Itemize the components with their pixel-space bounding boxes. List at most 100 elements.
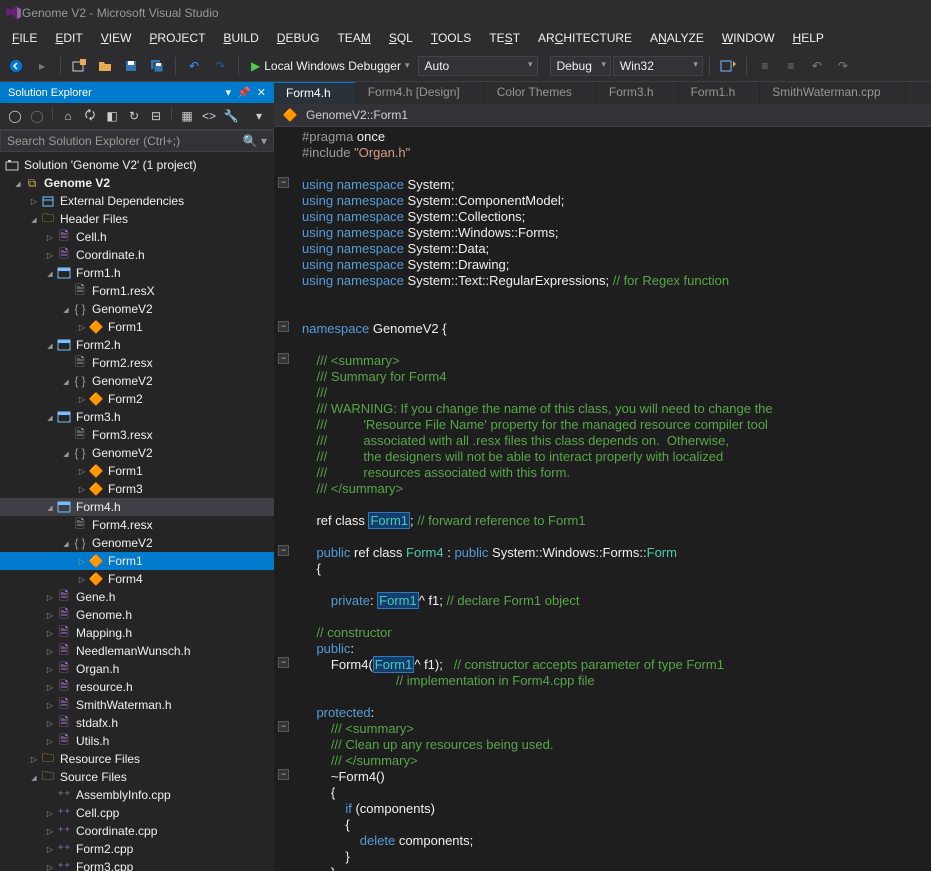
tree-form2-cpp[interactable]: ⁺⁺Form2.cpp <box>0 840 274 858</box>
tree-form2-resx[interactable]: 🗎Form2.resx <box>0 354 274 372</box>
nav-fwd-button[interactable]: ▸ <box>30 54 54 78</box>
config-dropdown[interactable]: Debug <box>550 56 611 76</box>
tree-needleman-h[interactable]: 🗎NeedlemanWunsch.h <box>0 642 274 660</box>
menu-window[interactable]: WINDOW <box>714 28 783 48</box>
new-project-button[interactable] <box>67 54 91 78</box>
tree-form3-cpp[interactable]: ⁺⁺Form3.cpp <box>0 858 274 871</box>
tree-form2-class[interactable]: 🔶Form2 <box>0 390 274 408</box>
pending-button[interactable]: ◧ <box>103 107 121 125</box>
menu-sql[interactable]: SQL <box>381 28 421 48</box>
menu-test[interactable]: TEST <box>481 28 528 48</box>
tree-form1-resx[interactable]: 🗎Form1.resX <box>0 282 274 300</box>
tree-genomev2-ns4[interactable]: { }GenomeV2 <box>0 534 274 552</box>
tree-form3-resx[interactable]: 🗎Form3.resx <box>0 426 274 444</box>
tree-assemblyinfo[interactable]: ⁺⁺AssemblyInfo.cpp <box>0 786 274 804</box>
tab-form3-h[interactable]: Form3.h <box>597 82 679 104</box>
code-view-button[interactable]: <> <box>200 107 218 125</box>
menu-architecture[interactable]: ARCHITECTURE <box>530 28 640 48</box>
tree-form4-form1[interactable]: 🔶Form1 <box>0 552 274 570</box>
tree-resource-files[interactable]: 🗀Resource Files <box>0 750 274 768</box>
panel-close-icon[interactable]: ✕ <box>257 86 266 99</box>
sync-button[interactable]: 🗘 <box>81 107 99 125</box>
start-debug-button[interactable]: ▶ Local Windows Debugger ▾ <box>245 59 416 73</box>
tree-organ-h[interactable]: 🗎Organ.h <box>0 660 274 678</box>
menu-build[interactable]: BUILD <box>215 28 266 48</box>
tree-resource-h[interactable]: 🗎resource.h <box>0 678 274 696</box>
tree-cell-h[interactable]: 🗎Cell.h <box>0 228 274 246</box>
save-button[interactable] <box>119 54 143 78</box>
fold-marker[interactable]: − <box>278 353 289 364</box>
tree-form4-form4[interactable]: 🔶Form4 <box>0 570 274 588</box>
properties-button[interactable]: 🔧 <box>222 107 240 125</box>
collapse-button[interactable]: ⊟ <box>147 107 165 125</box>
tab-form1-h[interactable]: Form1.h <box>679 82 761 104</box>
fold-marker[interactable]: − <box>278 657 289 668</box>
refresh-button[interactable]: ↻ <box>125 107 143 125</box>
tab-smithwaterman[interactable]: SmithWaterman.cpp <box>760 82 905 104</box>
tree-genome-h[interactable]: 🗎Genome.h <box>0 606 274 624</box>
tree-stdafx-h[interactable]: 🗎stdafx.h <box>0 714 274 732</box>
tree-source-files[interactable]: 🗀Source Files <box>0 768 274 786</box>
tab-form4-h[interactable]: Form4.h <box>274 82 356 104</box>
tree-solution[interactable]: Solution 'Genome V2' (1 project) <box>0 156 274 174</box>
home-button[interactable]: ⌂ <box>59 107 77 125</box>
fwd-button[interactable]: ◯ <box>28 107 46 125</box>
fold-marker[interactable]: − <box>278 545 289 556</box>
debug-target-dropdown[interactable]: Auto <box>418 56 538 76</box>
fold-marker[interactable]: − <box>278 721 289 732</box>
menu-file[interactable]: FILE <box>4 28 45 48</box>
tree-external-deps[interactable]: External Dependencies <box>0 192 274 210</box>
tab-color-themes[interactable]: Color Themes <box>485 82 597 104</box>
find-in-files-button[interactable] <box>716 54 740 78</box>
step-back-button[interactable]: ↶ <box>805 54 829 78</box>
fold-marker[interactable]: − <box>278 177 289 188</box>
tree-form1-h[interactable]: Form1.h <box>0 264 274 282</box>
tree-genomev2-ns3[interactable]: { }GenomeV2 <box>0 444 274 462</box>
fold-marker[interactable]: − <box>278 321 289 332</box>
tree-form3-form3[interactable]: 🔶Form3 <box>0 480 274 498</box>
editor-breadcrumb[interactable]: 🔶 GenomeV2::Form1 <box>274 104 931 127</box>
tree-gene-h[interactable]: 🗎Gene.h <box>0 588 274 606</box>
menu-debug[interactable]: DEBUG <box>269 28 328 48</box>
tree-genomev2-ns1[interactable]: { }GenomeV2 <box>0 300 274 318</box>
menu-help[interactable]: HELP <box>785 28 832 48</box>
code-editor[interactable]: − − − − − − − #pragma once #include "Org… <box>274 127 931 871</box>
tree-form3-h[interactable]: Form3.h <box>0 408 274 426</box>
menu-team[interactable]: TEAM <box>329 28 378 48</box>
tab-form4-design[interactable]: Form4.h [Design] <box>356 82 485 104</box>
uncomment-button[interactable]: ≡ <box>779 54 803 78</box>
tree-form1-class[interactable]: 🔶Form1 <box>0 318 274 336</box>
menu-tools[interactable]: TOOLS <box>423 28 479 48</box>
tree-genomev2-ns2[interactable]: { }GenomeV2 <box>0 372 274 390</box>
fold-marker[interactable]: − <box>278 769 289 780</box>
panel-pin-icon[interactable]: 📌 <box>237 86 251 99</box>
undo-button[interactable]: ↶ <box>182 54 206 78</box>
solution-tree[interactable]: Solution 'Genome V2' (1 project) ⧉Genome… <box>0 152 274 871</box>
tree-form4-resx[interactable]: 🗎Form4.resx <box>0 516 274 534</box>
back-button[interactable]: ◯ <box>6 107 24 125</box>
tree-form2-h[interactable]: Form2.h <box>0 336 274 354</box>
save-all-button[interactable] <box>145 54 169 78</box>
tree-cell-cpp[interactable]: ⁺⁺Cell.cpp <box>0 804 274 822</box>
tree-mapping-h[interactable]: 🗎Mapping.h <box>0 624 274 642</box>
tree-coordinate-cpp[interactable]: ⁺⁺Coordinate.cpp <box>0 822 274 840</box>
search-input[interactable]: Search Solution Explorer (Ctrl+;) 🔍 ▾ <box>0 130 274 152</box>
panel-dropdown-icon[interactable]: ▾ <box>226 86 232 99</box>
tree-coordinate-h[interactable]: 🗎Coordinate.h <box>0 246 274 264</box>
tree-header-files[interactable]: 🗀Header Files <box>0 210 274 228</box>
tree-form3-form1[interactable]: 🔶Form1 <box>0 462 274 480</box>
open-button[interactable] <box>93 54 117 78</box>
menu-analyze[interactable]: ANALYZE <box>642 28 712 48</box>
menu-project[interactable]: PROJECT <box>141 28 213 48</box>
platform-dropdown[interactable]: Win32 <box>613 56 703 76</box>
preview-button[interactable]: ▾ <box>250 107 268 125</box>
nav-back-button[interactable] <box>4 54 28 78</box>
tree-utils-h[interactable]: 🗎Utils.h <box>0 732 274 750</box>
showall-button[interactable]: ▦ <box>178 107 196 125</box>
code-content[interactable]: #pragma once #include "Organ.h" using na… <box>274 127 931 871</box>
step-fwd-button[interactable]: ↷ <box>831 54 855 78</box>
menu-view[interactable]: VIEW <box>93 28 140 48</box>
menu-edit[interactable]: EDIT <box>47 28 90 48</box>
tree-project[interactable]: ⧉Genome V2 <box>0 174 274 192</box>
redo-button[interactable]: ↷ <box>208 54 232 78</box>
